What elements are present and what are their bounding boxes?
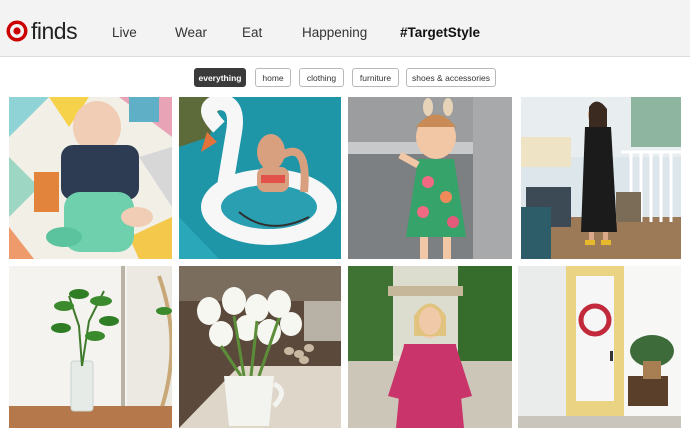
- swan-photo-image: [179, 97, 341, 259]
- woman-pink-top-photo[interactable]: [348, 266, 512, 428]
- target-bullseye-icon: [6, 20, 28, 42]
- nav-item-live[interactable]: Live: [112, 25, 137, 40]
- baby-photo-image: [9, 97, 172, 259]
- nav-item-targetstyle[interactable]: #TargetStyle: [400, 25, 480, 40]
- filter-everything[interactable]: everything: [194, 68, 246, 87]
- nav-item-happening[interactable]: Happening: [302, 25, 367, 40]
- plant-photo-image: [9, 266, 172, 428]
- brand-logo[interactable]: finds: [6, 18, 78, 44]
- filter-bar: everything home clothing furniture shoes…: [0, 68, 690, 87]
- nav-item-eat[interactable]: Eat: [242, 25, 262, 40]
- filter-home[interactable]: home: [255, 68, 291, 87]
- filter-clothing[interactable]: clothing: [299, 68, 344, 87]
- tulips-in-pitcher-photo[interactable]: [179, 266, 341, 428]
- woman-on-swan-float-photo[interactable]: [179, 97, 341, 259]
- plant-in-vase-photo[interactable]: [9, 266, 172, 428]
- porch-photo-image: [521, 97, 681, 259]
- nav-item-wear[interactable]: Wear: [175, 25, 207, 40]
- yellow-door-wreath-photo[interactable]: [518, 266, 681, 428]
- pink-top-photo-image: [348, 266, 512, 428]
- door-photo-image: [518, 266, 681, 428]
- toddler-floral-dress-photo[interactable]: [348, 97, 512, 259]
- filter-shoes-accessories[interactable]: shoes & accessories: [406, 68, 496, 87]
- tulips-photo-image: [179, 266, 341, 428]
- top-header: finds Live Wear Eat Happening #TargetSty…: [0, 0, 690, 57]
- baby-on-blanket-photo[interactable]: [9, 97, 172, 259]
- woman-on-porch-photo[interactable]: [521, 97, 681, 259]
- toddler-photo-image: [348, 97, 512, 259]
- brand-name: finds: [31, 18, 78, 44]
- filter-furniture[interactable]: furniture: [352, 68, 399, 87]
